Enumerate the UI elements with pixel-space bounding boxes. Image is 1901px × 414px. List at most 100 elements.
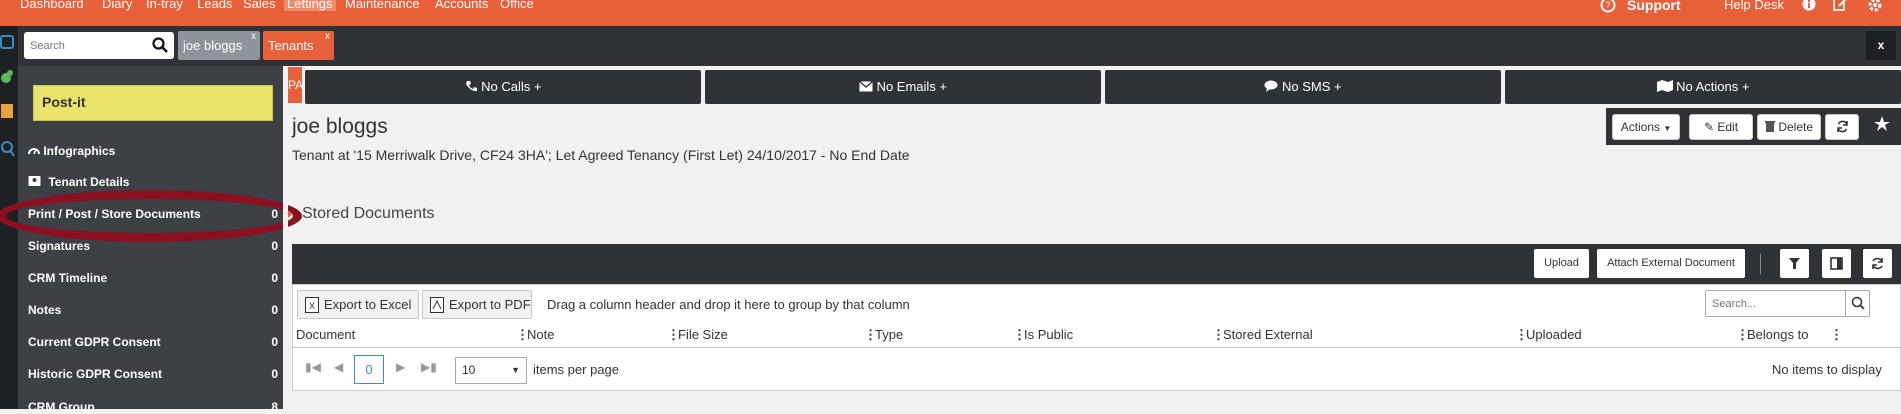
export-pdf-button[interactable]: Export to PDF (422, 290, 532, 319)
close-all-tabs-button[interactable]: x (1866, 31, 1896, 60)
column-header-note[interactable]: Note (527, 327, 554, 342)
trash-icon (1764, 121, 1775, 132)
sidebar-item-tenant-details[interactable]: Tenant Details (28, 175, 278, 189)
tab-close-button[interactable]: x (325, 22, 330, 51)
next-page-icon[interactable]: ▶ (396, 360, 405, 374)
page-size-select[interactable]: 10 ▼ (455, 357, 527, 384)
nav-sales[interactable]: Sales (243, 0, 276, 11)
sidebar-item-current-gdpr-consent[interactable]: Current GDPR Consent 0 (28, 335, 278, 349)
quick-launch-icons[interactable] (0, 26, 18, 166)
nav-accounts[interactable]: Accounts (435, 0, 488, 11)
sidebar-item-label: CRM Timeline (28, 271, 108, 285)
record-description: Tenant at '15 Merriwalk Drive, CF24 3HA'… (292, 147, 910, 163)
sidebar-item-crm-group[interactable]: CRM Group 8 (28, 400, 278, 414)
export-excel-label: Export to Excel (324, 297, 412, 312)
search-icon[interactable] (1845, 291, 1869, 316)
tab-tenants[interactable]: Tenants x (263, 31, 334, 60)
actions-button[interactable]: No Actions + (1505, 70, 1901, 104)
grid-search-input[interactable] (1706, 291, 1841, 316)
search-icon[interactable] (152, 37, 168, 56)
nav-maintenance[interactable]: Maintenance (345, 0, 419, 11)
search-input[interactable] (24, 32, 134, 59)
delete-button[interactable]: Delete (1757, 114, 1821, 140)
column-header-file-size[interactable]: File Size (678, 327, 728, 342)
tab-close-button[interactable]: x (251, 22, 256, 51)
calls-label: No Calls + (481, 79, 542, 94)
column-header-stored-external[interactable]: Stored External (1223, 327, 1313, 342)
support-link[interactable]: Support (1627, 0, 1681, 13)
current-page[interactable]: 0 (354, 355, 384, 384)
settings-gear-icon[interactable] (1867, 0, 1883, 13)
sms-button[interactable]: No SMS + (1105, 70, 1501, 104)
sidebar-item-historic-gdpr-consent[interactable]: Historic GDPR Consent 0 (28, 367, 278, 381)
sidebar-item-count: 8 (271, 400, 278, 414)
nav-dashboard[interactable]: Dashboard (20, 0, 84, 11)
column-header-belongs-to[interactable]: Belongs to (1747, 327, 1808, 342)
pencil-icon: ✎ (1703, 120, 1715, 134)
filter-button[interactable] (1780, 249, 1809, 278)
nav-intray[interactable]: In-tray (146, 0, 183, 11)
tab-joe-bloggs[interactable]: joe bloggs x (178, 31, 260, 60)
actions-dropdown-label: Actions (1620, 120, 1661, 134)
last-page-icon[interactable]: ▶▮ (421, 360, 437, 374)
sidebar-item-label: CRM Group (28, 400, 95, 414)
section-title: Stored Documents (302, 205, 435, 222)
chat-bubble-icon (1264, 80, 1278, 92)
caret-down-icon: ▼ (511, 365, 520, 375)
sidebar-item-notes[interactable]: Notes 0 (28, 303, 278, 317)
grid-refresh-button[interactable] (1863, 249, 1892, 278)
columns-button[interactable] (1822, 249, 1851, 278)
refresh-icon (1872, 257, 1883, 270)
envelope-icon (859, 80, 873, 92)
map-icon (1656, 80, 1673, 92)
calls-button[interactable]: No Calls + (305, 70, 701, 104)
pdf-file-icon (430, 297, 444, 313)
highlight-oval (0, 190, 302, 242)
edit-button[interactable]: ✎ Edit (1689, 114, 1753, 140)
helpdesk-link[interactable]: Help Desk (1724, 0, 1784, 12)
refresh-icon (1836, 120, 1848, 133)
support-icon[interactable]: ? (1600, 0, 1616, 13)
excel-file-icon: X (305, 297, 319, 313)
actions-dropdown-button[interactable]: Actions ▼ (1612, 114, 1680, 140)
sidebar-item-label: Current GDPR Consent (28, 335, 161, 349)
toolbar-divider (1760, 254, 1761, 274)
column-header-uploaded[interactable]: Uploaded (1526, 327, 1582, 342)
info-icon[interactable] (1802, 0, 1816, 12)
sidebar-item-count: 0 (271, 271, 278, 285)
sidebar-item-infographics[interactable]: Infographics (28, 144, 278, 158)
first-page-icon[interactable]: ▮◀ (305, 360, 321, 374)
columns-icon (1830, 257, 1843, 270)
group-by-hint: Drag a column header and drop it here to… (547, 297, 910, 312)
nav-leads[interactable]: Leads (197, 0, 232, 11)
no-items-message: No items to display (1772, 362, 1882, 377)
export-excel-button[interactable]: X Export to Excel (297, 290, 419, 319)
upload-button[interactable]: Upload (1534, 249, 1589, 278)
top-navigation: Dashboard Diary In-tray Leads Sales Lett… (0, 0, 1901, 26)
nav-lettings[interactable]: Lettings (284, 0, 336, 11)
column-header-is-public[interactable]: Is Public (1024, 327, 1073, 342)
sidebar-item-label: Signatures (28, 239, 91, 253)
filter-icon (1789, 258, 1800, 269)
emails-button[interactable]: No Emails + (705, 70, 1101, 104)
column-header-type[interactable]: Type (875, 327, 903, 342)
bookmark-star-icon[interactable] (1870, 112, 1894, 142)
column-menu-icon[interactable]: ⋮ (1830, 327, 1843, 343)
svg-text:X: X (309, 301, 315, 311)
nav-diary[interactable]: Diary (102, 0, 132, 11)
dashboard-gauge-icon (28, 148, 40, 155)
refresh-button[interactable] (1825, 114, 1859, 140)
previous-page-icon[interactable]: ◀ (334, 360, 343, 374)
post-it-note[interactable]: Post-it (33, 85, 273, 121)
actions-label: No Actions + (1676, 79, 1750, 94)
pa-tab[interactable]: PA (288, 67, 303, 103)
id-card-icon (28, 176, 41, 186)
sidebar-item-crm-timeline[interactable]: CRM Timeline 0 (28, 271, 278, 285)
edit-note-icon[interactable] (1833, 0, 1847, 12)
nav-office[interactable]: Office (500, 0, 534, 11)
emails-label: No Emails + (876, 79, 948, 94)
attach-external-document-button[interactable]: Attach External Document (1597, 249, 1745, 278)
sidebar-separator (283, 66, 288, 409)
delete-label: Delete (1778, 120, 1814, 134)
column-header-document[interactable]: Document (296, 327, 355, 342)
